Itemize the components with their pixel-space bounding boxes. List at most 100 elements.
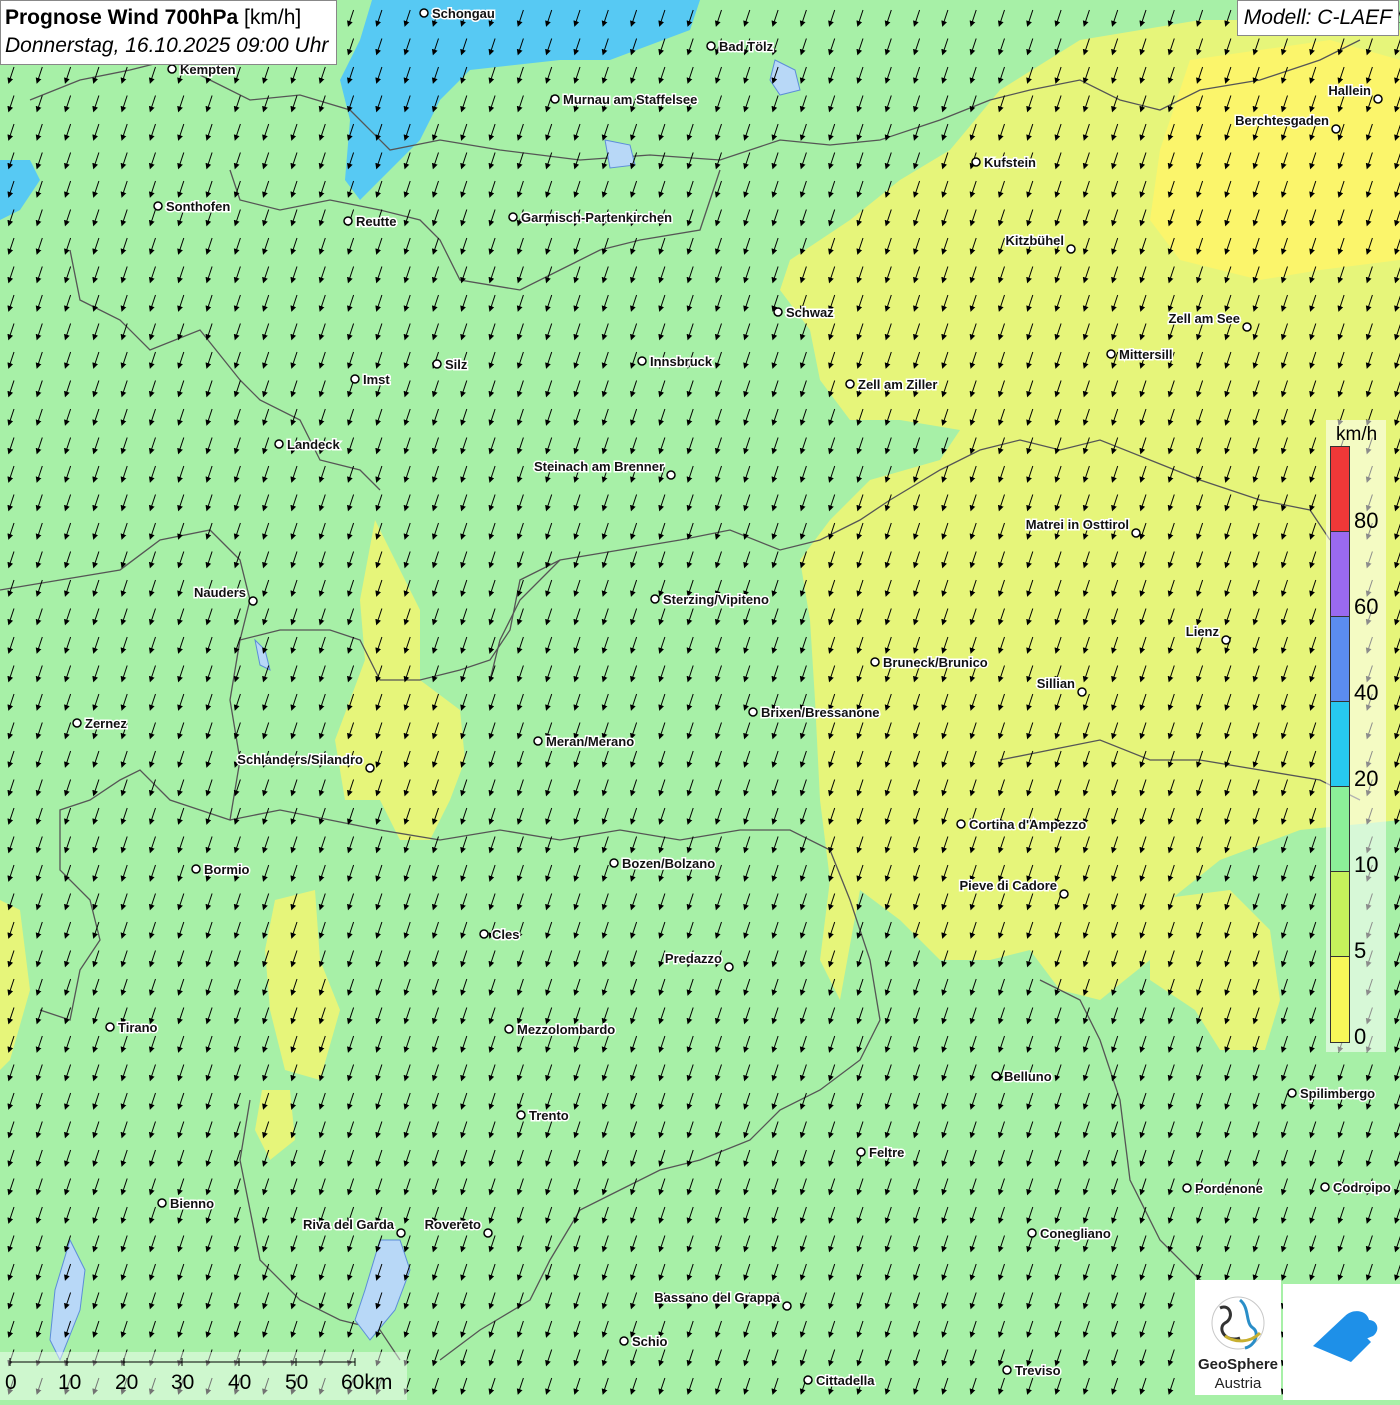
city-marker: [504, 1024, 514, 1034]
city-label: Nauders: [194, 585, 246, 600]
city-marker: [773, 307, 783, 317]
city-marker: [1027, 1228, 1037, 1238]
scale-label: 60km: [341, 1371, 393, 1394]
city-label: Feltre: [869, 1145, 904, 1160]
scale-bar: 0 10 20 30 40 50 60km: [0, 1352, 407, 1400]
geosphere-emblem-icon: [1211, 1296, 1265, 1350]
legend-segment-5: [1331, 872, 1349, 957]
wind-map: SchongauBad TölzKemptenMurnau am Staffel…: [0, 0, 1400, 1400]
scale-label: 30: [171, 1371, 195, 1394]
city-marker: [274, 439, 284, 449]
city-label: Riva del Garda: [303, 1217, 395, 1232]
city-label: Meran/Merano: [546, 734, 634, 749]
city-marker: [637, 356, 647, 366]
city-marker: [856, 1147, 866, 1157]
city-marker: [706, 41, 716, 51]
city-marker: [1221, 635, 1231, 645]
title-box: Prognose Wind 700hPa [km/h] Donnerstag, …: [0, 0, 338, 65]
legend-segment-80: [1331, 447, 1349, 532]
city-label: Brixen/Bressanone: [761, 705, 880, 720]
city-label: Sterzing/Vipiteno: [663, 592, 769, 607]
scale-label: 20: [115, 1371, 139, 1394]
city-marker: [609, 858, 619, 868]
city-label: Innsbruck: [650, 354, 713, 369]
weather-app-badge[interactable]: [1283, 1284, 1400, 1400]
city-label: Kitzbühel: [1006, 233, 1065, 248]
city-marker: [1002, 1365, 1012, 1375]
legend-label-5: 5: [1354, 938, 1367, 963]
city-marker: [1373, 94, 1383, 104]
city-label: Bassano del Grappa: [654, 1290, 780, 1305]
city-marker: [666, 470, 676, 480]
city-label: Bozen/Bolzano: [622, 856, 715, 871]
legend-label-40: 40: [1354, 680, 1379, 705]
legend-segment-60: [1331, 532, 1349, 617]
legend-segment-0: [1331, 957, 1349, 1042]
city-marker: [748, 707, 758, 717]
legend-unit: km/h: [1336, 424, 1378, 445]
city-marker: [396, 1228, 406, 1238]
city-marker: [508, 212, 518, 222]
city-label: Reutte: [356, 214, 396, 229]
city-marker: [1242, 322, 1252, 332]
legend-bar: [1330, 446, 1350, 1043]
map-title-unit: [km/h]: [238, 6, 302, 29]
city-marker: [870, 657, 880, 667]
city-label: Rovereto: [425, 1217, 481, 1232]
city-marker: [619, 1336, 629, 1346]
legend-segment-40: [1331, 617, 1349, 702]
scale-label: 10: [58, 1371, 82, 1394]
logo-line-2: Austria: [1214, 1375, 1262, 1392]
city-label: Schlanders/Silandro: [237, 752, 363, 767]
city-marker: [479, 929, 489, 939]
legend-segment-10: [1331, 787, 1349, 872]
city-label: Matrei in Osttirol: [1026, 517, 1129, 532]
city-marker: [724, 962, 734, 972]
city-label: Belluno: [1004, 1069, 1052, 1084]
legend-label-10: 10: [1354, 852, 1379, 877]
logo-line-1: GeoSphere: [1197, 1356, 1279, 1373]
city-label: Spilimbergo: [1300, 1086, 1375, 1101]
city-label: Bienno: [170, 1196, 214, 1211]
app-logo-icon: [1313, 1311, 1378, 1362]
city-marker: [350, 374, 360, 384]
city-label: Schwaz: [786, 305, 834, 320]
geosphere-logo[interactable]: GeoSphere Austria: [1195, 1280, 1281, 1395]
city-label: Conegliano: [1040, 1226, 1111, 1241]
city-marker: [483, 1228, 493, 1238]
city-marker: [105, 1022, 115, 1032]
city-label: Murnau am Staffelsee: [563, 92, 697, 107]
city-marker: [1077, 687, 1087, 697]
scale-label: 50: [285, 1371, 309, 1394]
scale-label: 0: [5, 1371, 17, 1394]
city-marker: [650, 594, 660, 604]
map-title: Prognose Wind 700hPa [km/h]: [5, 4, 328, 32]
city-marker: [956, 819, 966, 829]
city-label: Trento: [529, 1108, 569, 1123]
city-marker: [533, 736, 543, 746]
city-label: Pieve di Cadore: [959, 878, 1057, 893]
city-label: Bruneck/Brunico: [883, 655, 988, 670]
city-label: Cortina d'Ampezzo: [969, 817, 1086, 832]
city-label: Kufstein: [984, 155, 1036, 170]
legend-label-80: 80: [1354, 508, 1379, 533]
model-label: Modell: C-LAEF: [1236, 0, 1399, 36]
scale-label: 40: [228, 1371, 252, 1394]
city-label: Schio: [632, 1334, 667, 1349]
city-marker: [845, 379, 855, 389]
city-label: Landeck: [287, 437, 341, 452]
city-label: Lienz: [1186, 624, 1220, 639]
city-label: Steinach am Brenner: [534, 459, 664, 474]
city-label: Silz: [445, 357, 468, 372]
city-marker: [1331, 124, 1341, 134]
color-legend: km/h 80 60 40 20 10 5 0: [1326, 420, 1386, 1052]
city-label: Treviso: [1015, 1363, 1061, 1378]
city-label: Cles: [492, 927, 519, 942]
city-marker: [365, 763, 375, 773]
yellow-region-core: [1150, 40, 1400, 280]
city-marker: [1320, 1182, 1330, 1192]
city-marker: [343, 216, 353, 226]
city-marker: [1287, 1088, 1297, 1098]
city-label: Berchtesgaden: [1235, 113, 1329, 128]
city-marker: [248, 596, 258, 606]
